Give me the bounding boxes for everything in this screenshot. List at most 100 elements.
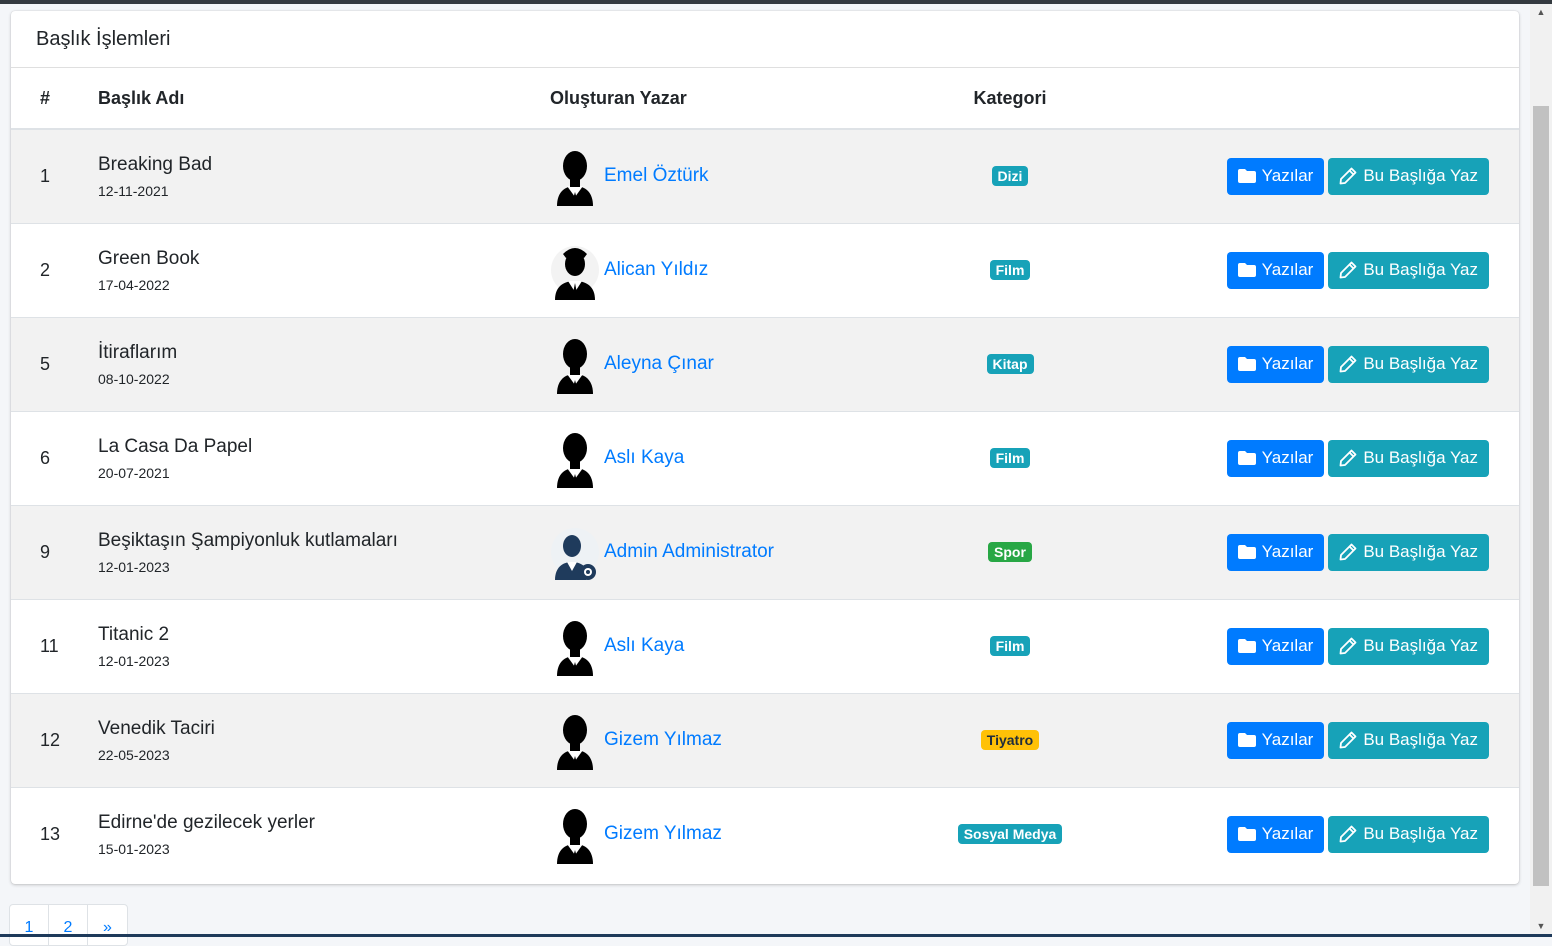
author-link[interactable]: Emel Öztürk [604, 165, 709, 187]
user-silhouette-icon [550, 146, 600, 207]
actions-cell: Yazılar Bu Başlığa Yaz [1124, 598, 1519, 693]
table-row: 6 La Casa Da Papel 20-07-2021 Aslı Kaya Film… [11, 410, 1519, 505]
author-cell: Emel Öztürk [550, 128, 896, 223]
posts-button-label: Yazılar [1261, 636, 1314, 655]
posts-button[interactable]: Yazılar [1226, 721, 1325, 759]
title-date: 22-05-2023 [98, 747, 170, 763]
table-row: 12 Venedik Taciri 22-05-2023 Gizem Yılmaz Ti… [11, 692, 1519, 787]
actions-cell: Yazılar Bu Başlığa Yaz [1124, 410, 1519, 505]
write-to-title-button[interactable]: Bu Başlığa Yaz [1328, 533, 1489, 571]
scrollbar-thumb[interactable] [1533, 106, 1549, 886]
write-button-label: Bu Başlığa Yaz [1363, 824, 1478, 844]
author-link[interactable]: Aleyna Çınar [604, 353, 714, 375]
category-badge: Film [989, 260, 1031, 280]
posts-button[interactable]: Yazılar [1226, 815, 1325, 853]
businessman-icon [550, 240, 600, 300]
category-badge: Tiyatro [980, 730, 1040, 750]
category-cell: Tiyatro [896, 692, 1124, 787]
title-name: Beşiktaşın Şampiyonluk kutlamaları [98, 530, 398, 551]
pencil-icon [1339, 449, 1360, 467]
author-link[interactable]: Aslı Kaya [604, 635, 684, 657]
author-link[interactable]: Gizem Yılmaz [604, 823, 722, 845]
write-to-title-button[interactable]: Bu Başlığa Yaz [1328, 627, 1489, 665]
pagination-next[interactable]: » [88, 905, 127, 945]
titles-table: # Başlık Adı Oluşturan Yazar Kategori 1B… [11, 68, 1519, 881]
write-to-title-button[interactable]: Bu Başlığa Yaz [1328, 345, 1489, 383]
title-management-card: Başlık İşlemleri # Başlık Adı Oluşturan … [11, 11, 1519, 884]
header-author: Oluşturan Yazar [550, 68, 896, 130]
author-link[interactable]: Alican Yıldız [604, 259, 708, 281]
title-date: 17-04-2022 [98, 277, 170, 293]
table-row: 5 İtiraflarım 08-10-2022 Aleyna Çınar Kitap Y… [11, 316, 1519, 411]
category-badge: Spor [988, 542, 1032, 562]
author-link[interactable]: Aslı Kaya [604, 447, 684, 469]
table-row: 13 Edirne'de gezilecek yerler 15-01-2023 Gi… [11, 786, 1519, 881]
table-row: 9 Beşiktaşın Şampiyonluk kutlamaları 12-01… [11, 504, 1519, 599]
author-cell: Admin Administrator [550, 504, 896, 599]
pencil-icon [1339, 825, 1360, 843]
posts-button[interactable]: Yazılar [1226, 533, 1325, 571]
header-title: Başlık Adı [98, 68, 550, 130]
row-number: 13 [11, 786, 98, 881]
title-cell: Breaking Bad 12-11-2021 [98, 128, 550, 223]
write-to-title-button[interactable]: Bu Başlığa Yaz [1328, 815, 1489, 853]
pencil-icon [1339, 731, 1360, 749]
actions-cell: Yazılar Bu Başlığa Yaz [1124, 504, 1519, 599]
pagination-page[interactable]: 1 [10, 905, 49, 945]
category-cell: Spor [896, 504, 1124, 599]
user-silhouette-icon [550, 334, 600, 394]
scroll-up-arrow-icon[interactable]: ▲ [1530, 4, 1552, 20]
title-date: 08-10-2022 [98, 371, 170, 387]
title-name: La Casa Da Papel [98, 436, 253, 457]
title-cell: Titanic 2 12-01-2023 [98, 598, 550, 693]
vertical-scrollbar[interactable]: ▲ ▼ [1530, 4, 1552, 934]
user-silhouette-icon [550, 616, 600, 676]
pagination: 1 2» [9, 904, 128, 946]
row-number: 2 [11, 222, 98, 317]
write-to-title-button[interactable]: Bu Başlığa Yaz [1328, 721, 1489, 759]
author-cell: Aslı Kaya [550, 598, 896, 693]
posts-button-label: Yazılar [1261, 354, 1314, 373]
title-cell: La Casa Da Papel 20-07-2021 [98, 410, 550, 505]
author-cell: Aslı Kaya [550, 410, 896, 505]
scroll-down-arrow-icon[interactable]: ▼ [1530, 918, 1552, 934]
folder-icon [1237, 169, 1259, 184]
posts-button[interactable]: Yazılar [1226, 251, 1325, 289]
actions-cell: Yazılar Bu Başlığa Yaz [1124, 316, 1519, 411]
posts-button-label: Yazılar [1261, 166, 1314, 186]
write-to-title-button[interactable]: Bu Başlığa Yaz [1328, 439, 1489, 477]
actions-cell: Yazılar Bu Başlığa Yaz [1124, 128, 1519, 223]
header-actions [1124, 68, 1519, 130]
user-silhouette-icon [550, 804, 600, 865]
row-number: 5 [11, 316, 98, 411]
category-badge: Film [989, 636, 1031, 656]
category-badge: Sosyal Medya [957, 824, 1063, 845]
title-date: 20-07-2021 [98, 465, 170, 481]
title-name: Edirne'de gezilecek yerler [98, 812, 315, 834]
posts-button[interactable]: Yazılar [1226, 345, 1325, 383]
write-to-title-button[interactable]: Bu Başlığa Yaz [1328, 157, 1489, 195]
title-name: İtiraflarım [98, 342, 178, 363]
user-silhouette-icon [550, 710, 600, 770]
write-to-title-button[interactable]: Bu Başlığa Yaz [1328, 251, 1489, 289]
posts-button-label: Yazılar [1261, 542, 1314, 561]
folder-icon [1237, 827, 1259, 842]
category-cell: Film [896, 598, 1124, 693]
write-button-label: Bu Başlığa Yaz [1363, 166, 1478, 186]
posts-button[interactable]: Yazılar [1226, 439, 1325, 477]
category-cell: Sosyal Medya [896, 786, 1124, 881]
author-cell: Aleyna Çınar [550, 316, 896, 411]
table-header-row: # Başlık Adı Oluşturan Yazar Kategori [11, 68, 1519, 130]
author-link[interactable]: Gizem Yılmaz [604, 729, 722, 751]
write-button-label: Bu Başlığa Yaz [1363, 636, 1478, 655]
folder-icon [1237, 263, 1259, 277]
user-silhouette-icon [550, 428, 600, 488]
folder-icon [1237, 451, 1259, 465]
write-button-label: Bu Başlığa Yaz [1363, 730, 1478, 749]
author-cell: Alican Yıldız [550, 222, 896, 317]
posts-button[interactable]: Yazılar [1226, 157, 1325, 195]
posts-button[interactable]: Yazılar [1226, 627, 1325, 665]
write-button-label: Bu Başlığa Yaz [1363, 542, 1478, 561]
author-link[interactable]: Admin Administrator [604, 541, 774, 563]
pagination-page[interactable]: 2 [49, 905, 88, 945]
